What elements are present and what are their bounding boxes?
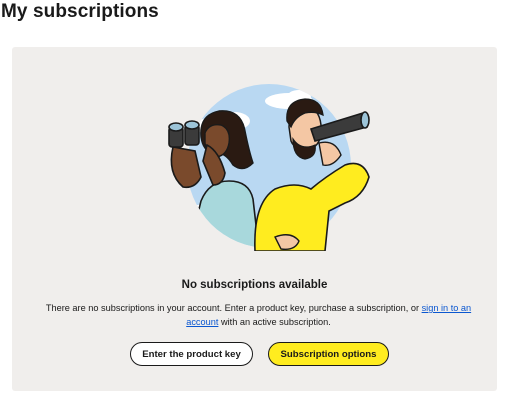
binoculars-illustration — [168, 84, 370, 251]
subscription-options-button[interactable]: Subscription options — [268, 342, 389, 366]
empty-state-description: There are no subscriptions in your accou… — [42, 301, 475, 329]
description-text-end: with an active subscription. — [218, 317, 331, 327]
page-title: My subscriptions — [1, 1, 159, 22]
description-text: There are no subscriptions in your accou… — [45, 303, 422, 313]
empty-state-card: No subscriptions available There are no … — [12, 47, 497, 391]
enter-product-key-button[interactable]: Enter the product key — [130, 342, 253, 366]
empty-state-title: No subscriptions available — [181, 279, 328, 291]
